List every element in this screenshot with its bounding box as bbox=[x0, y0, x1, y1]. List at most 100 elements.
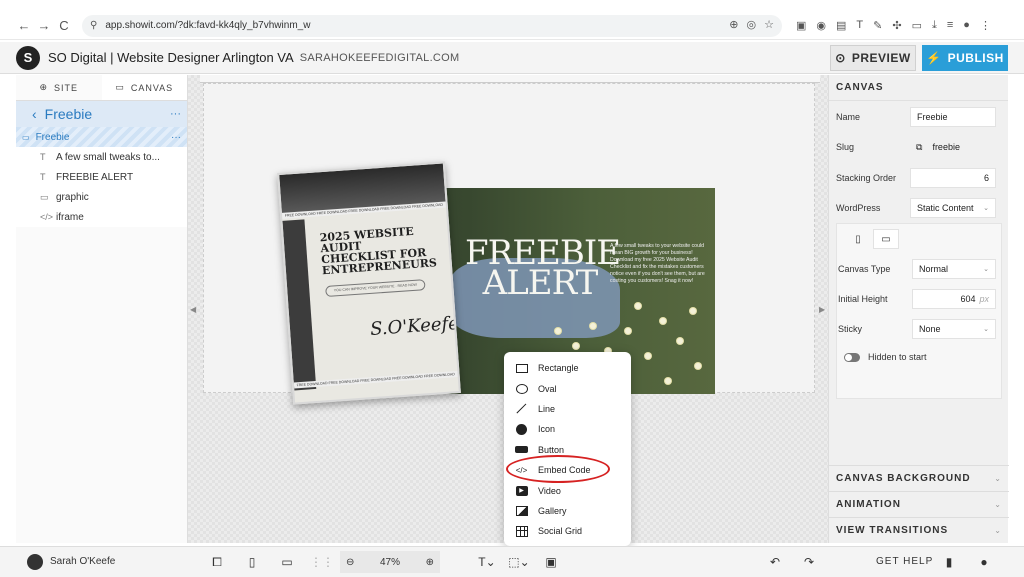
zoom-value[interactable]: 47% bbox=[380, 557, 400, 568]
menu-item-video[interactable]: ▶ Video bbox=[504, 480, 631, 500]
menu-item-icon[interactable]: Icon bbox=[504, 419, 631, 439]
more-menu-icon[interactable]: ⋮ bbox=[980, 19, 991, 32]
layer-item[interactable]: T A few small tweaks to... bbox=[16, 147, 187, 167]
menu-item-line[interactable]: Line bbox=[504, 399, 631, 419]
section-animation[interactable]: ANIMATION ⌄ bbox=[829, 491, 1009, 517]
image-icon: ▭ bbox=[40, 191, 49, 202]
chevron-down-icon: ⌄ bbox=[983, 205, 989, 212]
add-text-icon[interactable]: T⌄ bbox=[478, 553, 496, 571]
checklist-graphic[interactable]: FREE DOWNLOAD FREE DOWNLOAD FREE DOWNLOA… bbox=[277, 161, 461, 405]
zoom-out-icon[interactable]: ⊖ bbox=[346, 557, 354, 568]
slug-label: Slug bbox=[836, 142, 855, 152]
pen-extension-icon[interactable]: ✎ bbox=[873, 19, 882, 32]
initial-height-input[interactable]: 604 px bbox=[912, 289, 996, 309]
puzzle-icon[interactable]: ✣ bbox=[892, 19, 901, 32]
undo-icon[interactable]: ↶ bbox=[766, 553, 784, 571]
layer-item[interactable]: </> iframe bbox=[16, 207, 187, 227]
mobile-view-tab[interactable]: ▯ bbox=[845, 229, 871, 249]
extension-icon[interactable]: ▤ bbox=[836, 19, 846, 32]
zoom-icon[interactable]: ⊕ bbox=[729, 18, 738, 31]
showit-logo[interactable]: S bbox=[16, 45, 40, 70]
section-label: ANIMATION bbox=[836, 499, 901, 510]
tab-site-label: SITE bbox=[54, 82, 79, 93]
flower-decoration bbox=[677, 338, 683, 344]
tab-site[interactable]: ⊕ SITE bbox=[16, 75, 102, 100]
site-settings-icon[interactable]: ⚲ bbox=[90, 20, 97, 31]
add-shape-icon[interactable]: ⬚⌄ bbox=[508, 553, 529, 571]
tab-canvas[interactable]: ▭ CANVAS bbox=[101, 75, 187, 100]
page-header[interactable]: ‹ Freebie ··· bbox=[16, 101, 187, 127]
reading-list-icon[interactable]: ▭ bbox=[912, 19, 922, 32]
preview-label: PREVIEW bbox=[851, 51, 911, 65]
canvas-layer-row[interactable]: ▭ Freebie ··· bbox=[16, 127, 187, 147]
collapse-left-icon[interactable]: ◀ bbox=[190, 305, 196, 314]
copy-icon[interactable]: ⧉ bbox=[916, 142, 922, 153]
eye-off-icon[interactable]: ◎ bbox=[747, 18, 757, 31]
chevron-down-icon: ⌄ bbox=[994, 500, 1002, 509]
section-view-transitions[interactable]: VIEW TRANSITIONS ⌄ bbox=[829, 517, 1009, 543]
globe-icon: ⊕ bbox=[39, 82, 49, 92]
profile-icon[interactable]: ● bbox=[963, 19, 970, 32]
help-docs-icon[interactable]: ▮ bbox=[940, 553, 958, 571]
slug-field[interactable]: ⧉ freebie bbox=[910, 137, 996, 157]
preview-button[interactable]: ⊙ PREVIEW bbox=[830, 45, 916, 71]
redo-icon[interactable]: ↷ bbox=[800, 553, 818, 571]
desktop-view-tab[interactable]: ▭ bbox=[873, 229, 899, 249]
back-chevron-icon[interactable]: ‹ bbox=[32, 106, 37, 122]
menu-item-gallery[interactable]: Gallery bbox=[504, 501, 631, 521]
url-text[interactable]: app.showit.com/?dk:favd-kk4qly_b7vhwinm_… bbox=[105, 20, 310, 31]
address-bar[interactable]: ⚲ app.showit.com/?dk:favd-kk4qly_b7vhwin… bbox=[82, 14, 782, 37]
extension-icon[interactable]: ▣ bbox=[796, 19, 806, 32]
flower-decoration bbox=[625, 328, 631, 334]
add-image-icon[interactable]: ▣ bbox=[542, 553, 560, 571]
layer-item[interactable]: ▭ graphic bbox=[16, 187, 187, 207]
section-label: VIEW TRANSITIONS bbox=[836, 525, 949, 536]
tablet-view-icon[interactable]: ⧠ bbox=[208, 553, 226, 571]
mobile-view-icon[interactable]: ▯ bbox=[243, 553, 261, 571]
back-icon[interactable]: ← bbox=[14, 16, 34, 36]
get-help-link[interactable]: GET HELP bbox=[876, 556, 933, 567]
menu-item-label: Gallery bbox=[538, 505, 567, 516]
layer-label: iframe bbox=[56, 211, 84, 223]
collapse-right-icon[interactable]: ▶ bbox=[819, 305, 825, 314]
gallery-icon bbox=[515, 504, 528, 517]
canvas-settings-box: ▯ ▭ Canvas Type Normal ⌄ Initial Height … bbox=[836, 223, 1002, 399]
flower-decoration bbox=[665, 378, 671, 384]
publish-button[interactable]: ⚡ PUBLISH bbox=[922, 45, 1008, 71]
download-icon[interactable]: ⤓ bbox=[932, 19, 937, 32]
avatar[interactable] bbox=[27, 554, 43, 570]
lightning-icon: ⚡ bbox=[926, 51, 942, 65]
translate-icon[interactable]: T bbox=[856, 19, 863, 32]
hero-copy[interactable]: A few small tweaks to your website could… bbox=[610, 243, 708, 285]
bookmark-star-icon[interactable]: ☆ bbox=[764, 18, 774, 31]
menu-item-social-grid[interactable]: Social Grid bbox=[504, 521, 631, 541]
stacking-input[interactable]: 6 bbox=[910, 168, 996, 188]
section-canvas-background[interactable]: CANVAS BACKGROUND ⌄ bbox=[829, 465, 1009, 491]
camera-extension-icon[interactable]: ◉ bbox=[816, 19, 826, 32]
menu-item-label: Social Grid bbox=[538, 526, 583, 537]
chat-icon[interactable]: ● bbox=[975, 553, 993, 571]
name-input[interactable]: Freebie bbox=[910, 107, 996, 127]
hidden-label: Hidden to start bbox=[868, 352, 927, 362]
menu-item-oval[interactable]: Oval bbox=[504, 378, 631, 398]
grid-toggle-icon[interactable]: ⋮⋮ bbox=[310, 553, 334, 571]
horizontal-ruler bbox=[200, 75, 820, 83]
hidden-toggle[interactable] bbox=[844, 352, 860, 362]
menu-item-rectangle[interactable]: Rectangle bbox=[504, 358, 631, 378]
reload-icon[interactable]: C bbox=[54, 16, 74, 36]
flower-decoration bbox=[573, 343, 579, 349]
user-name[interactable]: Sarah O'Keefe bbox=[50, 556, 115, 567]
sticky-select[interactable]: None ⌄ bbox=[912, 319, 996, 339]
wordpress-select[interactable]: Static Content ⌄ bbox=[910, 198, 996, 218]
canvas-type-select[interactable]: Normal ⌄ bbox=[912, 259, 996, 279]
zoom-in-icon[interactable]: ⊕ bbox=[426, 557, 434, 568]
eye-icon: ⊙ bbox=[835, 51, 846, 65]
bottom-toolbar: Sarah O'Keefe ⧠ ▯ ▭ ⋮⋮ ⊖ 47% ⊕ T⌄ ⬚⌄ ▣ ↶… bbox=[0, 546, 1024, 577]
canvas-options-icon[interactable]: ··· bbox=[171, 132, 181, 143]
media-icon[interactable]: ≡ bbox=[947, 19, 953, 32]
desktop-view-icon[interactable]: ▭ bbox=[278, 553, 296, 571]
hero-title[interactable]: FREEBIE ALERT bbox=[465, 236, 621, 300]
forward-icon[interactable]: → bbox=[34, 16, 54, 36]
page-options-icon[interactable]: ··· bbox=[170, 108, 181, 120]
layer-item[interactable]: T FREEBIE ALERT bbox=[16, 167, 187, 187]
